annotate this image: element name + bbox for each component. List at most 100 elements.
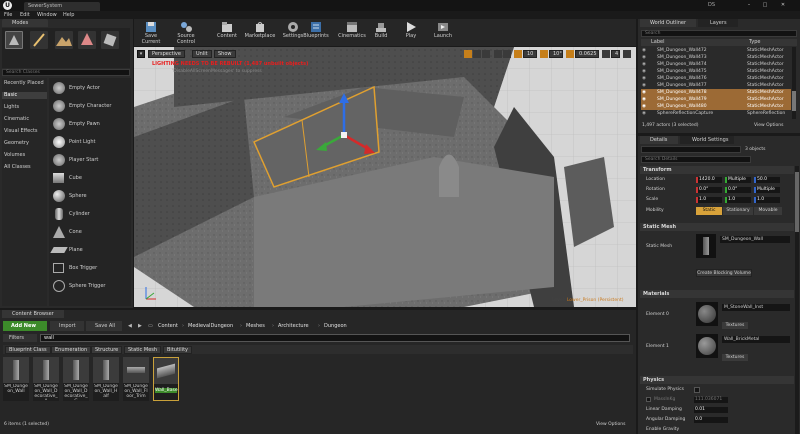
content-browser-tab[interactable]: Content Browser: [2, 310, 64, 318]
filter-enumeration[interactable]: Enumeration: [51, 346, 92, 354]
history-back-icon[interactable]: ◀: [128, 321, 136, 331]
grid-snap-value[interactable]: 10: [523, 50, 537, 58]
filters-button[interactable]: Filters: [3, 334, 37, 342]
place-item[interactable]: Cylinder: [49, 207, 131, 221]
filter-structure[interactable]: Structure: [91, 346, 123, 354]
material0-textures-button[interactable]: Textures: [722, 322, 748, 329]
landscape-mode-icon[interactable]: [55, 31, 73, 49]
simulate-physics-checkbox[interactable]: [694, 387, 700, 393]
scale-x-input[interactable]: 1.0: [696, 197, 722, 203]
linear-damping-input[interactable]: 0.01: [694, 407, 728, 413]
place-item[interactable]: Sphere: [49, 189, 131, 203]
material1-textures-button[interactable]: Textures: [722, 354, 748, 361]
transform-section-header[interactable]: Transform: [640, 166, 794, 174]
breadcrumb-meshes[interactable]: Meshes: [246, 321, 265, 331]
material1-dropdown[interactable]: Wall_BrickMetal: [722, 336, 790, 343]
create-blocking-volume-button[interactable]: Create Blocking Volume: [696, 269, 752, 277]
eye-icon[interactable]: ◉: [642, 110, 646, 117]
details-scrollbar[interactable]: [795, 166, 799, 434]
document-tab[interactable]: SewerSystem: [24, 2, 100, 11]
material0-thumbnail[interactable]: [696, 302, 718, 326]
blueprints-button[interactable]: Blueprints: [298, 20, 334, 45]
breadcrumb-architecture[interactable]: Architecture: [278, 321, 309, 331]
location-y-input[interactable]: Multiple: [725, 177, 751, 183]
tab-layers[interactable]: Layers: [698, 19, 738, 27]
asset-tile[interactable]: SM_Dungeon_Wall: [3, 357, 29, 401]
scale-snap-toggle[interactable]: [566, 50, 574, 58]
outliner-row[interactable]: ◉ SM_Dungeon_Wall475 StaticMeshActor: [641, 68, 791, 75]
place-item[interactable]: Point Light: [49, 135, 131, 149]
col-label[interactable]: Label: [651, 39, 665, 46]
category-volumes[interactable]: Volumes: [2, 152, 47, 159]
eye-icon[interactable]: ◉: [642, 103, 646, 110]
mobility-movable-button[interactable]: Movable: [754, 207, 782, 215]
rotation-snap-toggle[interactable]: [540, 50, 548, 58]
mass-override-checkbox[interactable]: [646, 397, 651, 402]
category-all-classes[interactable]: All Classes: [2, 164, 47, 171]
import-button[interactable]: Import: [50, 321, 84, 331]
modes-tab[interactable]: Modes: [2, 19, 48, 27]
maximize-viewport-icon[interactable]: [623, 50, 631, 58]
menu-help[interactable]: Help: [63, 11, 74, 19]
save-all-button[interactable]: Save All: [86, 321, 122, 331]
scale-z-input[interactable]: 1.0: [754, 197, 780, 203]
grid-snap-toggle[interactable]: [514, 50, 522, 58]
outliner-row[interactable]: ◉ SM_Dungeon_Wall474 StaticMeshActor: [641, 61, 791, 68]
material0-dropdown[interactable]: M_StoneWall_Inst: [722, 304, 790, 311]
tab-world-outliner[interactable]: World Outliner: [640, 19, 696, 27]
maximize-button[interactable]: □: [758, 1, 772, 10]
build-button[interactable]: Build: [370, 20, 392, 45]
rotation-snap-value[interactable]: 10°: [549, 50, 563, 58]
eye-icon[interactable]: ◉: [642, 47, 646, 54]
place-item[interactable]: Plane: [49, 243, 131, 257]
rotation-y-input[interactable]: 0.0°: [725, 187, 751, 193]
eye-icon[interactable]: ◉: [642, 89, 646, 96]
outliner-row[interactable]: ◉ SphereReflectionCapture SphereReflection: [641, 110, 791, 117]
tab-details[interactable]: Details: [640, 136, 678, 144]
place-item[interactable]: Sphere Trigger: [49, 279, 131, 293]
physics-section-header[interactable]: Physics: [640, 376, 794, 384]
user-badge[interactable]: DS: [708, 1, 715, 10]
filter-static-mesh[interactable]: Static Mesh: [124, 346, 162, 354]
outliner-row[interactable]: ◉ SM_Dungeon_Wall478 StaticMeshActor: [641, 89, 791, 96]
breadcrumb-medievaldungeon[interactable]: MedievalDungeon: [188, 321, 233, 331]
eye-icon[interactable]: ◉: [642, 82, 646, 89]
eye-icon[interactable]: ◉: [642, 61, 646, 68]
eye-icon[interactable]: ◉: [642, 68, 646, 75]
category-visual-effects[interactable]: Visual Effects: [2, 128, 47, 135]
filter-blutility[interactable]: Bitutility: [163, 346, 192, 354]
rotation-x-input[interactable]: 0.0°: [696, 187, 722, 193]
translate-tool-icon[interactable]: [464, 50, 472, 58]
mobility-static-button[interactable]: Static: [696, 207, 722, 215]
location-z-input[interactable]: 50.0: [754, 177, 780, 183]
viewport-menu-button[interactable]: ▾: [137, 50, 145, 58]
surface-snap-icon[interactable]: [503, 50, 511, 58]
mobility-stationary-button[interactable]: Stationary: [723, 207, 753, 215]
asset-tile[interactable]: SM_Dungeon_Wall_Decorative_G: [63, 357, 89, 401]
outliner-view-options[interactable]: View Options: [754, 123, 783, 128]
category-geometry[interactable]: Geometry: [2, 140, 47, 147]
paint-mode-icon[interactable]: [30, 31, 48, 49]
rotation-z-input[interactable]: Multiple: [754, 187, 780, 193]
history-forward-icon[interactable]: ▶: [138, 321, 146, 331]
static-mesh-thumbnail[interactable]: [696, 234, 716, 258]
place-item[interactable]: Empty Actor: [49, 81, 131, 95]
viewport[interactable]: ▾ Perspective Unlit Show LIGHTING NEEDS …: [134, 47, 636, 307]
outliner-row[interactable]: ◉ SM_Dungeon_Wall476 StaticMeshActor: [641, 75, 791, 82]
filter-blueprint-class[interactable]: Blueprint Class: [5, 346, 51, 354]
camera-speed-icon[interactable]: [602, 50, 610, 58]
add-new-button[interactable]: Add New: [3, 321, 47, 331]
place-item[interactable]: Cube: [49, 171, 131, 185]
breadcrumb-content[interactable]: Content: [158, 321, 178, 331]
camera-speed-value[interactable]: 4: [611, 50, 620, 58]
outliner-row[interactable]: ◉ SM_Dungeon_Wall479 StaticMeshActor: [641, 96, 791, 103]
outliner-row[interactable]: ◉ SM_Dungeon_Wall480 StaticMeshActor: [641, 103, 791, 110]
play-button[interactable]: Play: [398, 20, 424, 45]
asset-search-input[interactable]: wall: [40, 334, 630, 342]
category-basic[interactable]: Basic: [2, 92, 47, 99]
col-type[interactable]: Type: [749, 39, 760, 46]
outliner-search-input[interactable]: Search: [641, 30, 797, 37]
menu-file[interactable]: File: [4, 11, 12, 19]
perspective-button[interactable]: Perspective: [148, 50, 185, 58]
asset-tile[interactable]: SM_Dungeon_Wall_Decorative_A: [33, 357, 59, 401]
